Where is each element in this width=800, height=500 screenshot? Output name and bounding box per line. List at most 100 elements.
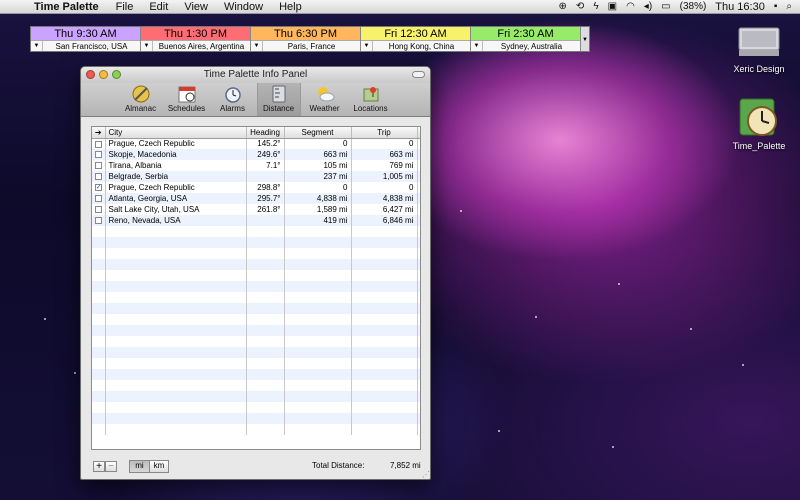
menu-window[interactable]: Window (216, 1, 271, 13)
row-checkbox[interactable] (94, 151, 102, 159)
cell-empty (284, 325, 352, 336)
row-checkbox[interactable] (94, 206, 102, 214)
resize-grip-icon[interactable]: ⋰ (422, 470, 430, 479)
cell-empty (417, 292, 420, 303)
row-checkbox[interactable] (94, 195, 102, 203)
row-checkbox[interactable] (94, 140, 102, 148)
wifi-icon[interactable]: ◠ (626, 1, 635, 12)
column-header-heading[interactable]: Heading (246, 127, 285, 139)
table-row[interactable]: Belgrade, Serbia 237 mi 1,005 mi (92, 171, 420, 182)
row-checkbox-cell[interactable] (92, 193, 106, 204)
row-checkbox[interactable]: ✓ (94, 184, 102, 192)
distance-table[interactable]: ➔ City Heading Segment Trip Prague, Czec… (91, 126, 421, 450)
info-panel-window: Time Palette Info Panel Almanac Schedule… (80, 66, 431, 480)
desktop-app[interactable]: Time_Palette (714, 95, 800, 151)
table-row[interactable]: Prague, Czech Republic 145.2° 0 0 (92, 138, 420, 149)
cell-empty (417, 248, 420, 259)
volume-icon[interactable]: ◂) (644, 1, 652, 12)
column-header-segment[interactable]: Segment (284, 127, 352, 139)
bolt-icon[interactable]: ϟ (593, 1, 598, 12)
world-clock-strip: Thu 9:30 AM ▼ San Francisco, USA Thu 1:30… (30, 26, 590, 52)
minimize-button[interactable] (99, 70, 108, 79)
chevron-down-icon[interactable]: ▼ (141, 41, 153, 51)
menubar-clock[interactable]: Thu 16:30 (715, 1, 765, 13)
lock-icon[interactable]: ▣ (608, 1, 617, 12)
clock-sydney[interactable]: Fri 2:30 AM ▼ Sydney, Australia (471, 27, 581, 51)
cell-empty (92, 325, 106, 336)
menu-view[interactable]: View (176, 1, 216, 13)
sync-icon[interactable]: ⟲ (576, 1, 584, 12)
chevron-down-icon[interactable]: ▼ (251, 41, 263, 51)
cell-heading: 261.8° (246, 204, 285, 215)
menu-file[interactable]: File (108, 1, 142, 13)
tab-weather[interactable]: Weather (303, 83, 347, 116)
battery-icon[interactable]: ▭ (661, 1, 670, 12)
spotlight-icon[interactable]: ⌕ (786, 1, 792, 12)
desktop-drive-label: Xeric Design (733, 64, 785, 74)
tab-label: Alarms (220, 104, 245, 113)
unit-km-button[interactable]: km (149, 460, 168, 472)
chevron-down-icon[interactable]: ▼ (361, 41, 373, 51)
chevron-down-icon[interactable]: ▼ (31, 41, 43, 51)
cell-empty (246, 270, 285, 281)
ruler-icon (272, 85, 285, 103)
user-icon[interactable]: ▪ (774, 1, 778, 12)
clock-hong-kong[interactable]: Fri 12:30 AM ▼ Hong Kong, China (361, 27, 471, 51)
cell-empty (417, 281, 420, 292)
clock-paris[interactable]: Thu 6:30 PM ▼ Paris, France (251, 27, 361, 51)
chevron-down-icon[interactable]: ▼ (471, 41, 483, 51)
zoom-button[interactable] (112, 70, 121, 79)
row-checkbox[interactable] (94, 162, 102, 170)
cell-empty (92, 292, 106, 303)
close-button[interactable] (86, 70, 95, 79)
column-header-trip[interactable]: Trip (351, 127, 418, 139)
table-row[interactable]: Atlanta, Georgia, USA 295.7° 4,838 mi 4,838… (92, 193, 420, 204)
tab-alarms[interactable]: Alarms (211, 83, 255, 116)
row-checkbox-cell[interactable] (92, 215, 106, 226)
clock-san-francisco[interactable]: Thu 9:30 AM ▼ San Francisco, USA (31, 27, 141, 51)
window-titlebar[interactable]: Time Palette Info Panel (81, 67, 430, 83)
menu-edit[interactable]: Edit (141, 1, 176, 13)
row-checkbox-cell[interactable] (92, 160, 106, 171)
menu-help[interactable]: Help (271, 1, 310, 13)
cell-segment: 105 mi (284, 160, 352, 171)
desktop-drive[interactable]: Xeric Design (714, 22, 800, 74)
row-checkbox-cell[interactable] (92, 204, 106, 215)
clock-buenos-aires[interactable]: Thu 1:30 PM ▼ Buenos Aires, Argentina (141, 27, 251, 51)
total-distance-value: 7,852 mi (390, 461, 421, 470)
tab-schedules[interactable]: Schedules (165, 83, 209, 116)
cell-segment: 0 (284, 182, 352, 193)
cell-empty (351, 413, 418, 424)
table-row[interactable]: Tirana, Albania 7.1° 105 mi 769 mi (92, 160, 420, 171)
unit-mi-button[interactable]: mi (130, 460, 149, 472)
table-row[interactable]: Salt Lake City, Utah, USA 261.8° 1,589 mi 6… (92, 204, 420, 215)
row-checkbox-cell[interactable] (92, 171, 106, 182)
cell-empty (351, 259, 418, 270)
column-header-city[interactable]: City (105, 127, 247, 139)
cell-empty (417, 237, 420, 248)
row-checkbox-cell[interactable]: ✓ (92, 182, 106, 193)
cell-filler (417, 138, 420, 149)
add-button[interactable]: + (93, 460, 105, 472)
table-row[interactable]: ✓ Prague, Czech Republic 298.8° 0 0 (92, 182, 420, 193)
remove-button[interactable]: − (105, 460, 117, 472)
cell-empty (92, 413, 106, 424)
strip-menu-button[interactable]: ▼ (581, 27, 589, 51)
column-header-select[interactable]: ➔ (92, 127, 106, 139)
row-checkbox[interactable] (94, 217, 102, 225)
tab-almanac[interactable]: Almanac (119, 83, 163, 116)
tab-locations[interactable]: Locations (349, 83, 393, 116)
cell-empty (284, 402, 352, 413)
row-checkbox-cell[interactable] (92, 149, 106, 160)
table-row[interactable]: Skopje, Macedonia 249.6° 663 mi 663 mi (92, 149, 420, 160)
table-row (92, 391, 420, 402)
toolbar-toggle-button[interactable] (412, 71, 425, 78)
row-checkbox-cell[interactable] (92, 138, 106, 149)
row-checkbox[interactable] (94, 173, 102, 181)
app-menu[interactable]: Time Palette (30, 1, 108, 13)
cell-empty (284, 248, 352, 259)
toolbar: Almanac Schedules Alarms Distance Weathe… (81, 83, 430, 117)
tab-distance[interactable]: Distance (256, 83, 301, 116)
time-machine-icon[interactable]: ⊕ (559, 1, 567, 12)
table-row[interactable]: Reno, Nevada, USA 419 mi 6,846 mi (92, 215, 420, 226)
